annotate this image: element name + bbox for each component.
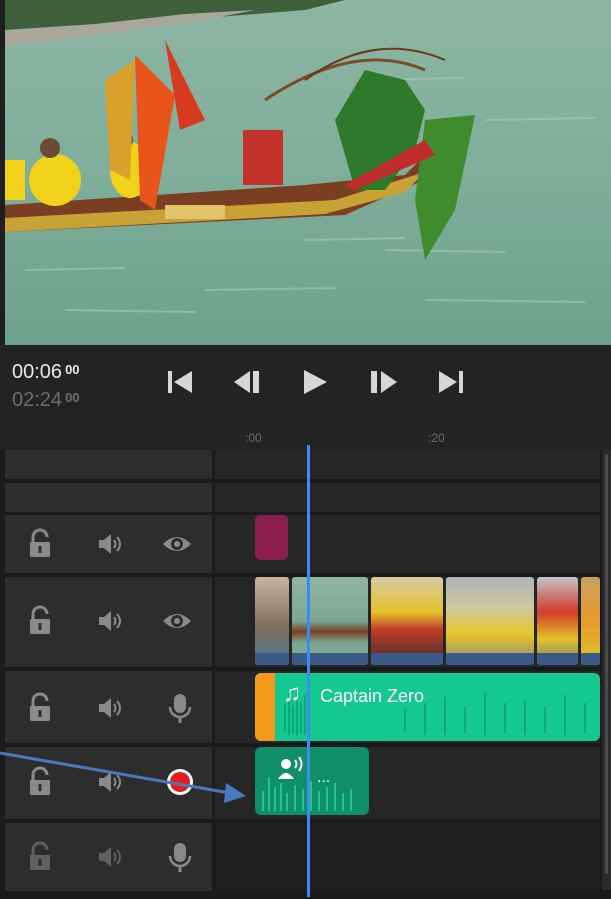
total-frames: 00 [65, 390, 80, 405]
voiceover-icon [278, 756, 303, 779]
total-timecode: 02:24 00 [12, 389, 80, 412]
lock-icon[interactable] [23, 840, 57, 874]
track-lane-title[interactable] [215, 515, 600, 573]
track-header-1 [5, 450, 212, 479]
current-frames: 00 [65, 362, 80, 377]
track-header-2 [5, 483, 212, 512]
clip-trim-handle[interactable] [255, 673, 275, 741]
speaker-icon[interactable] [93, 840, 127, 874]
track-header-audio [5, 823, 212, 891]
step-forward-icon [371, 371, 397, 393]
current-timecode: 00:06 00 [12, 361, 80, 384]
title-clip[interactable] [255, 515, 288, 560]
track-lane-video[interactable] [215, 577, 600, 667]
voiceover-clip[interactable]: ... [255, 747, 369, 815]
ruler-label-20: :20 [428, 431, 445, 445]
transport-bar: 00:06 00 02:24 00 [0, 345, 611, 425]
current-time: 00:06 [12, 361, 63, 383]
track-header-video [5, 577, 212, 667]
speaker-icon[interactable] [93, 604, 127, 638]
music-note-icon: ♫ [283, 680, 301, 707]
speaker-icon[interactable] [93, 691, 127, 725]
preview-frame-image [5, 0, 611, 345]
timeline: ♫ Captain Zero ... [0, 450, 611, 899]
video-clip-thumbnail[interactable] [581, 577, 600, 665]
video-clip-thumbnail[interactable] [446, 577, 534, 665]
track-lane-audio[interactable] [215, 823, 600, 891]
go-to-end-icon [439, 371, 463, 393]
go-to-start-button[interactable] [163, 365, 197, 399]
video-clip-thumbnail[interactable] [255, 577, 289, 665]
track-lane-2[interactable] [215, 483, 600, 512]
total-time: 02:24 [12, 389, 63, 411]
lock-icon[interactable] [23, 527, 57, 561]
step-forward-button[interactable] [366, 365, 400, 399]
track-lane-1[interactable] [215, 450, 600, 479]
play-icon [304, 370, 327, 394]
annotation-arrow [0, 751, 246, 803]
ruler-label-start: :00 [245, 431, 262, 445]
track-lane-voiceover[interactable]: ... [215, 747, 600, 819]
lock-icon[interactable] [23, 604, 57, 638]
audio-waveform [262, 777, 352, 811]
eye-icon[interactable] [160, 527, 194, 561]
video-clip-thumbnail[interactable] [292, 577, 368, 665]
video-preview[interactable] [5, 0, 611, 345]
video-clip-thumbnail[interactable] [371, 577, 443, 665]
microphone-icon[interactable] [163, 691, 197, 725]
speaker-icon[interactable] [93, 527, 127, 561]
voiceover-clip-label: ... [317, 769, 331, 786]
timeline-scrollbar[interactable] [602, 450, 611, 890]
track-lane-music[interactable]: ♫ Captain Zero [215, 671, 600, 743]
microphone-icon[interactable] [163, 840, 197, 874]
track-header-music [5, 671, 212, 743]
go-to-end-button[interactable] [434, 365, 468, 399]
video-clip-thumbnail[interactable] [537, 577, 578, 665]
eye-icon[interactable] [160, 604, 194, 638]
step-back-icon [234, 371, 259, 393]
play-button[interactable] [298, 365, 332, 399]
timeline-ruler[interactable]: :00 :20 [0, 425, 611, 450]
audio-waveform [284, 689, 586, 735]
lock-icon[interactable] [23, 691, 57, 725]
track-header-title [5, 515, 212, 573]
go-to-start-icon [168, 371, 192, 393]
step-back-button[interactable] [231, 365, 265, 399]
playhead[interactable] [307, 445, 310, 897]
scrollbar-thumb[interactable] [605, 454, 608, 874]
music-clip-label: Captain Zero [320, 686, 425, 706]
